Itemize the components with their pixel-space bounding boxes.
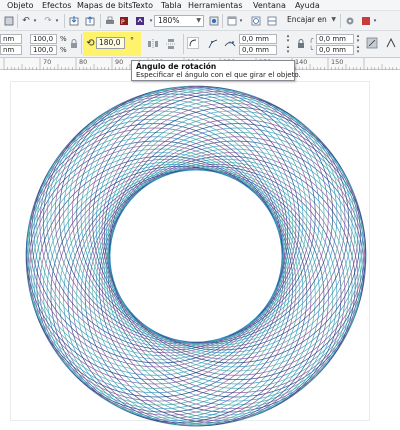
chevron-down-icon: ▼: [196, 17, 201, 24]
zoom-level-value: 180%: [158, 16, 180, 25]
object-width-field[interactable]: nm: [0, 34, 22, 44]
drawing-canvas[interactable]: [0, 71, 400, 430]
toolbar-separator: [17, 14, 18, 28]
mirror-horizontal-icon[interactable]: [146, 37, 160, 50]
tooltip-description: Especificar el ángulo con el que girar e…: [136, 71, 301, 79]
outline-a-spinner[interactable]: ▴ ▾: [285, 34, 291, 44]
options-icon[interactable]: [344, 15, 356, 27]
app-launcher-dropdown-icon[interactable]: ▾: [372, 15, 378, 27]
spiro-inner-hole: [110, 170, 282, 342]
rotation-angle-field[interactable]: 180,0: [96, 37, 125, 49]
ruler-label: 150: [331, 58, 344, 66]
import-icon[interactable]: [68, 15, 80, 27]
ruler-label: 70: [43, 58, 52, 66]
degree-symbol: °: [130, 36, 134, 45]
corel-connect-icon[interactable]: [134, 15, 146, 27]
standard-toolbar: ↶ ▾ ↷ ▾ P ▾ 180% ▼ ▾ Encajar en ▼ ▾: [0, 11, 400, 31]
redo-dropdown-icon[interactable]: ▾: [54, 15, 60, 27]
menu-efectos[interactable]: Efectos: [42, 1, 71, 10]
ruler-label: 90: [115, 58, 124, 66]
node-cusp-icon[interactable]: [206, 37, 220, 50]
outline-b-spinner[interactable]: ▴ ▾: [285, 45, 291, 55]
toolbar-separator: [100, 14, 101, 28]
rulers-dropdown-icon[interactable]: ▾: [238, 15, 244, 27]
undo-dropdown-icon[interactable]: ▾: [32, 15, 38, 27]
object-height-field[interactable]: nm: [0, 45, 22, 55]
offset-field-b[interactable]: 0,0 mm: [316, 45, 354, 55]
rotation-angle-icon: ⟲: [86, 37, 95, 49]
outline-width-field-b[interactable]: 0,0 mm: [239, 45, 277, 55]
offset-field-a[interactable]: 0,0 mm: [316, 34, 354, 44]
svg-text:P: P: [121, 19, 125, 26]
corner-icon: ╰: [308, 46, 314, 54]
full-screen-icon[interactable]: [208, 15, 220, 27]
menu-ventana[interactable]: Ventana: [253, 1, 286, 10]
tooltip-title: Ángulo de rotación: [136, 62, 217, 71]
menu-mapas-de-bits[interactable]: Mapas de bits: [77, 1, 133, 10]
show-guidelines-icon[interactable]: [266, 15, 278, 27]
toolbar-separator: [64, 14, 65, 28]
zoom-level-combo[interactable]: 180% ▼: [154, 15, 204, 27]
lock-outline-icon[interactable]: [296, 38, 306, 50]
offset-a-spinner[interactable]: ▴ ▾: [355, 34, 361, 44]
toolbar-separator: [222, 14, 223, 28]
paste-icon[interactable]: [3, 15, 15, 27]
menu-texto[interactable]: Texto: [132, 1, 153, 10]
scale-corners-icon[interactable]: [365, 36, 379, 50]
ruler-label: 80: [79, 58, 88, 66]
toolbar-separator: [81, 34, 82, 54]
ruler-label: 140: [295, 58, 308, 66]
scale-y-field[interactable]: 100,0: [30, 45, 57, 55]
show-rulers-icon[interactable]: [226, 15, 238, 27]
chevron-down-icon: ▼: [331, 16, 336, 23]
wrap-text-icon[interactable]: [384, 36, 398, 50]
mirror-vertical-icon[interactable]: [164, 37, 178, 50]
redo-icon[interactable]: ↷: [42, 15, 54, 27]
offset-b-spinner[interactable]: ▴ ▾: [355, 45, 361, 55]
lock-ratio-icon[interactable]: [69, 38, 79, 50]
node-dropdown-icon[interactable]: ▾: [231, 37, 235, 49]
spirograph-ring-drawing[interactable]: [0, 71, 400, 430]
export-icon[interactable]: [84, 15, 96, 27]
menu-tabla[interactable]: Tabla: [161, 1, 182, 10]
scale-y-unit: %: [60, 46, 67, 54]
snap-to-combo[interactable]: Encajar en ▼: [284, 15, 336, 27]
menu-objeto[interactable]: Objeto: [7, 1, 34, 10]
menu-ayuda[interactable]: Ayuda: [295, 1, 320, 10]
menu-herramientas[interactable]: Herramientas: [188, 1, 243, 10]
corner-icon: ╭: [308, 35, 314, 43]
undo-icon[interactable]: ↶: [20, 15, 32, 27]
freehand-curve-icon[interactable]: [186, 36, 200, 50]
rotation-tooltip: Ángulo de rotación Especificar el ángulo…: [131, 60, 301, 81]
scale-x-unit: %: [60, 35, 67, 43]
app-launcher-icon[interactable]: [360, 15, 372, 27]
menu-bar: Objeto Efectos Mapas de bits Texto Tabla…: [0, 0, 400, 11]
scale-x-field[interactable]: 100,0: [30, 34, 57, 44]
print-icon[interactable]: [104, 15, 116, 27]
snap-to-label: Encajar en: [287, 15, 327, 24]
publish-pdf-icon[interactable]: P: [118, 15, 130, 27]
toolbar-separator: [183, 34, 184, 54]
outline-width-field-a[interactable]: 0,0 mm: [239, 34, 277, 44]
toolbar-separator: [340, 14, 341, 28]
show-grid-icon[interactable]: [250, 15, 262, 27]
